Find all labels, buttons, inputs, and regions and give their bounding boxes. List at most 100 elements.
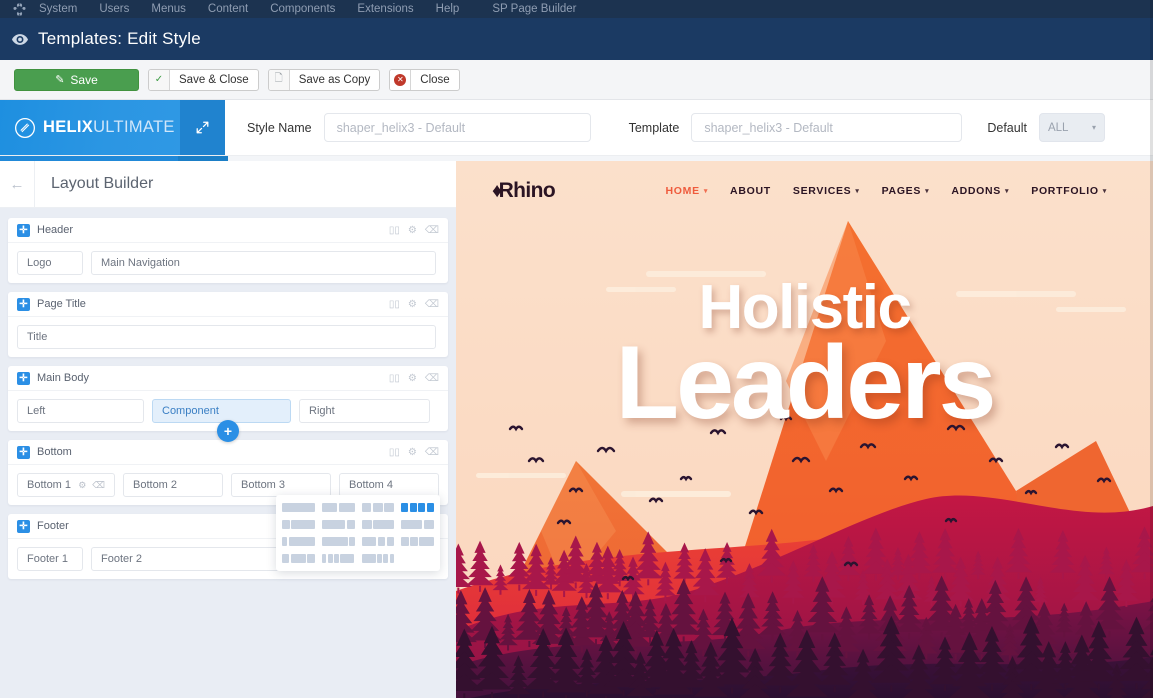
layout-cell[interactable]: Main Navigation	[91, 251, 436, 275]
chevron-down-icon: ▾	[703, 188, 709, 195]
layout-cell[interactable]: Logo	[17, 251, 83, 275]
layout-cell[interactable]: Left	[17, 399, 144, 423]
toolbar: ✎ Save ✓ Save & Close 🗋 Save as Copy ✕ C…	[0, 60, 1153, 100]
column-preset[interactable]	[321, 503, 355, 512]
joomla-logo-icon[interactable]	[10, 2, 28, 16]
column-preset[interactable]	[321, 537, 355, 546]
close-button[interactable]: ✕ Close	[389, 68, 460, 91]
preview-nav-label: ADDONS	[951, 185, 1002, 197]
template-label: Template	[628, 120, 680, 135]
move-plus-icon[interactable]: ✛	[17, 223, 30, 237]
menu-item-extensions[interactable]: Extensions	[346, 0, 424, 18]
gear-icon[interactable]: ⚙	[78, 480, 86, 491]
layout-row-actions: ▯▯ ⚙ ⌫	[389, 225, 439, 236]
layout-row: ✛ Page Title ▯▯ ⚙ ⌫ Title	[8, 292, 448, 357]
gear-icon[interactable]: ⚙	[408, 373, 417, 384]
gear-icon[interactable]: ⚙	[408, 225, 417, 236]
column-preset[interactable]	[282, 520, 315, 529]
trash-icon[interactable]: ⌫	[425, 299, 439, 310]
layout-cell[interactable]: Bottom 4	[339, 473, 439, 497]
layout-cell[interactable]: Footer 1	[17, 547, 83, 571]
layout-cell-label: Bottom 2	[133, 479, 178, 491]
column-preset[interactable]	[282, 503, 315, 512]
save-button[interactable]: ✎ Save	[14, 68, 139, 91]
layout-cell-label: Bottom 1	[27, 479, 72, 491]
helix-header-bar: HELIXULTIMATE Style Name shaper_helix3 -…	[0, 100, 1153, 156]
layout-cell[interactable]: Bottom 1 ⚙ ⌫	[17, 473, 115, 497]
columns-icon[interactable]: ▯▯	[389, 299, 400, 310]
page-title-bar: Templates: Edit Style	[0, 18, 1153, 60]
column-preset[interactable]	[361, 537, 395, 546]
menu-item-help[interactable]: Help	[425, 0, 471, 18]
layout-cell[interactable]: Bottom 3	[231, 473, 331, 497]
menu-item-components[interactable]: Components	[259, 0, 346, 18]
menu-item-system[interactable]: System	[28, 0, 88, 18]
column-preset[interactable]	[361, 520, 395, 529]
layout-cell-label: Right	[309, 405, 335, 417]
move-plus-icon[interactable]: ✛	[17, 519, 30, 533]
preview-nav-item[interactable]: ABOUT	[730, 185, 771, 197]
column-layout-popup[interactable]	[276, 495, 440, 571]
trash-icon[interactable]: ⌫	[425, 447, 439, 458]
gear-icon[interactable]: ⚙	[408, 299, 417, 310]
layout-cell[interactable]: Title	[17, 325, 436, 349]
default-label: Default	[987, 120, 1027, 135]
layout-cell[interactable]: Right	[299, 399, 430, 423]
preview-nav-label: ABOUT	[730, 185, 771, 197]
save-as-copy-label: Save as Copy	[298, 73, 371, 86]
layout-row-body: Logo Main Navigation	[8, 243, 448, 283]
arrow-left-icon[interactable]: ←	[0, 161, 35, 208]
preview-nav-item[interactable]: PORTFOLIO ▾	[1031, 185, 1107, 197]
trash-icon[interactable]: ⌫	[92, 480, 105, 491]
gear-icon[interactable]: ⚙	[408, 447, 417, 458]
chevron-down-icon: ▾	[1102, 188, 1107, 195]
template-preview: ♦ Rhino HOME ▾ ABOUT SERVICES ▾ PAGES ▾ ADDONS ▾ P…	[456, 161, 1153, 698]
move-plus-icon[interactable]: ✛	[17, 445, 30, 459]
preview-brand[interactable]: ♦ Rhino	[492, 179, 556, 203]
helix-logo[interactable]: HELIXULTIMATE	[0, 100, 180, 155]
layout-cell[interactable]: Component	[152, 399, 291, 423]
column-preset[interactable]	[282, 537, 315, 546]
columns-icon[interactable]: ▯▯	[389, 225, 400, 236]
preview-nav-item[interactable]: HOME ▾	[666, 185, 709, 197]
preview-nav-item[interactable]: PAGES ▾	[882, 185, 930, 197]
column-preset[interactable]	[401, 520, 434, 529]
columns-icon[interactable]: ▯▯	[389, 447, 400, 458]
layout-cell-label: Title	[27, 331, 48, 343]
columns-icon[interactable]: ▯▯	[389, 373, 400, 384]
column-preset[interactable]	[321, 520, 355, 529]
layout-cell[interactable]: Bottom 2	[123, 473, 223, 497]
default-select[interactable]: ALL ▾	[1038, 113, 1105, 142]
move-plus-icon[interactable]: ✛	[17, 297, 30, 311]
layout-row-label: Bottom	[37, 446, 72, 458]
eye-icon	[12, 33, 28, 45]
add-row-button[interactable]: +	[217, 420, 239, 442]
column-preset[interactable]	[401, 537, 434, 546]
template-input[interactable]: shaper_helix3 - Default	[691, 113, 963, 142]
column-preset[interactable]	[321, 554, 355, 563]
layout-cell-label: Footer 1	[27, 553, 68, 565]
menu-item-menus[interactable]: Menus	[140, 0, 197, 18]
chevron-down-icon: ▾	[855, 188, 860, 195]
menu-item-content[interactable]: Content	[197, 0, 259, 18]
preview-nav-item[interactable]: ADDONS ▾	[951, 185, 1009, 197]
menu-item-users[interactable]: Users	[88, 0, 140, 18]
column-preset[interactable]	[282, 554, 315, 563]
helix-circle-icon	[14, 117, 36, 139]
layout-row-header: ✛ Page Title ▯▯ ⚙ ⌫	[8, 292, 448, 317]
menu-item-sp-page-builder[interactable]: SP Page Builder	[470, 0, 587, 18]
trash-icon[interactable]: ⌫	[425, 225, 439, 236]
column-preset[interactable]	[401, 503, 434, 512]
preview-nav-label: SERVICES	[792, 185, 852, 197]
trash-icon[interactable]: ⌫	[425, 373, 439, 384]
save-and-close-button[interactable]: ✓ Save & Close	[148, 68, 259, 91]
expand-arrows-icon[interactable]	[180, 100, 225, 155]
style-name-input[interactable]: shaper_helix3 - Default	[323, 113, 591, 142]
move-plus-icon[interactable]: ✛	[17, 371, 30, 385]
chevron-down-icon: ▾	[1091, 123, 1096, 132]
column-preset[interactable]	[361, 503, 395, 512]
preview-nav-item[interactable]: SERVICES ▾	[793, 185, 860, 197]
layout-builder-header: ← Layout Builder	[0, 161, 456, 208]
column-preset[interactable]	[361, 554, 395, 563]
save-as-copy-button[interactable]: 🗋 Save as Copy	[267, 68, 381, 91]
